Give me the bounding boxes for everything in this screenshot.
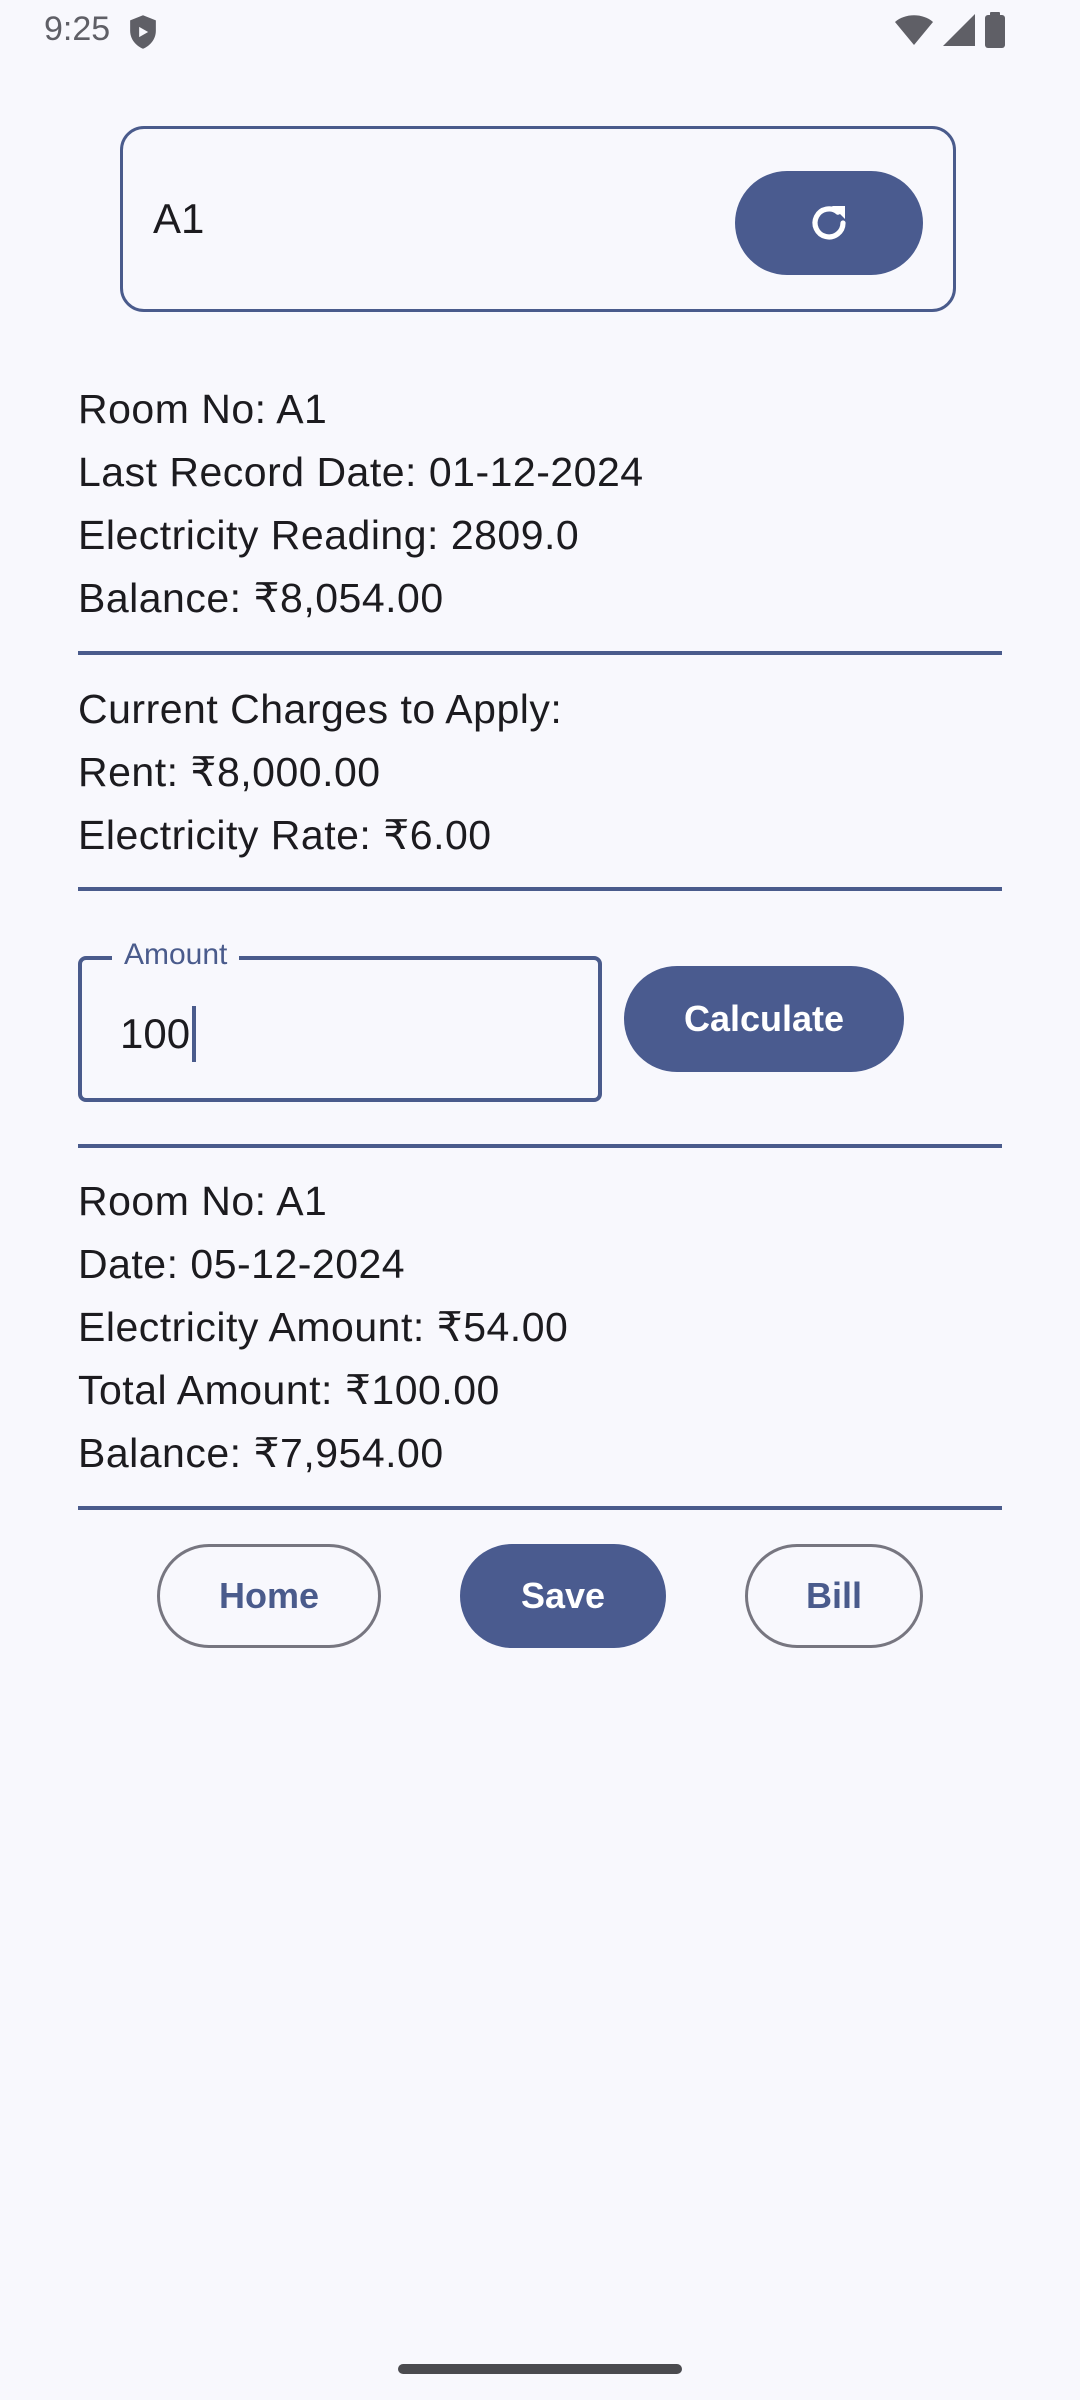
status-bar: 9:25 bbox=[0, 0, 1080, 62]
shield-icon bbox=[130, 15, 156, 49]
divider bbox=[78, 1506, 1002, 1510]
bill-button[interactable]: Bill bbox=[745, 1544, 923, 1648]
total-amount: Total Amount: ₹100.00 bbox=[78, 1367, 500, 1413]
room-value: A1 bbox=[153, 195, 205, 242]
last-balance: Balance: ₹8,054.00 bbox=[78, 575, 444, 621]
last-room-no: Room No: A1 bbox=[78, 386, 328, 432]
amount-label: Amount bbox=[112, 938, 240, 972]
status-time: 9:25 bbox=[44, 10, 111, 48]
battery-icon bbox=[985, 12, 1005, 48]
amount-value-wrap: 100 bbox=[120, 1006, 197, 1062]
result-room-no: Room No: A1 bbox=[78, 1178, 328, 1224]
text-cursor bbox=[192, 1006, 197, 1062]
electricity-reading: Electricity Reading: 2809.0 bbox=[78, 512, 580, 558]
save-button[interactable]: Save bbox=[460, 1544, 666, 1648]
electricity-amount: Electricity Amount: ₹54.00 bbox=[78, 1304, 569, 1350]
room-selector[interactable]: A1 bbox=[120, 126, 956, 312]
last-record-section: Room No: A1 Last Record Date: 01-12-2024… bbox=[78, 378, 1002, 630]
divider bbox=[78, 651, 1002, 655]
last-record-date: Last Record Date: 01-12-2024 bbox=[78, 449, 644, 495]
refresh-button[interactable] bbox=[735, 171, 923, 275]
charges-heading: Current Charges to Apply: bbox=[78, 686, 563, 732]
result-balance: Balance: ₹7,954.00 bbox=[78, 1430, 444, 1476]
calculate-button[interactable]: Calculate bbox=[624, 966, 904, 1072]
refresh-icon bbox=[812, 206, 846, 240]
screen: 9:25 A1 Room No: A1 Last Record Date: 01… bbox=[0, 0, 1080, 2400]
result-date: Date: 05-12-2024 bbox=[78, 1241, 406, 1287]
home-indicator[interactable] bbox=[398, 2364, 682, 2374]
amount-input[interactable]: Amount 100 bbox=[78, 938, 602, 1102]
amount-value: 100 bbox=[120, 1010, 191, 1057]
rent-charge: Rent: ₹8,000.00 bbox=[78, 749, 381, 795]
home-button[interactable]: Home bbox=[157, 1544, 381, 1648]
wifi-icon bbox=[895, 15, 933, 45]
result-section: Room No: A1 Date: 05-12-2024 Electricity… bbox=[78, 1170, 1002, 1485]
status-icons bbox=[894, 12, 1006, 48]
current-charges-section: Current Charges to Apply: Rent: ₹8,000.0… bbox=[78, 678, 1002, 867]
electricity-rate: Electricity Rate: ₹6.00 bbox=[78, 812, 492, 858]
divider bbox=[78, 1144, 1002, 1148]
signal-icon bbox=[943, 14, 975, 46]
divider bbox=[78, 887, 1002, 891]
